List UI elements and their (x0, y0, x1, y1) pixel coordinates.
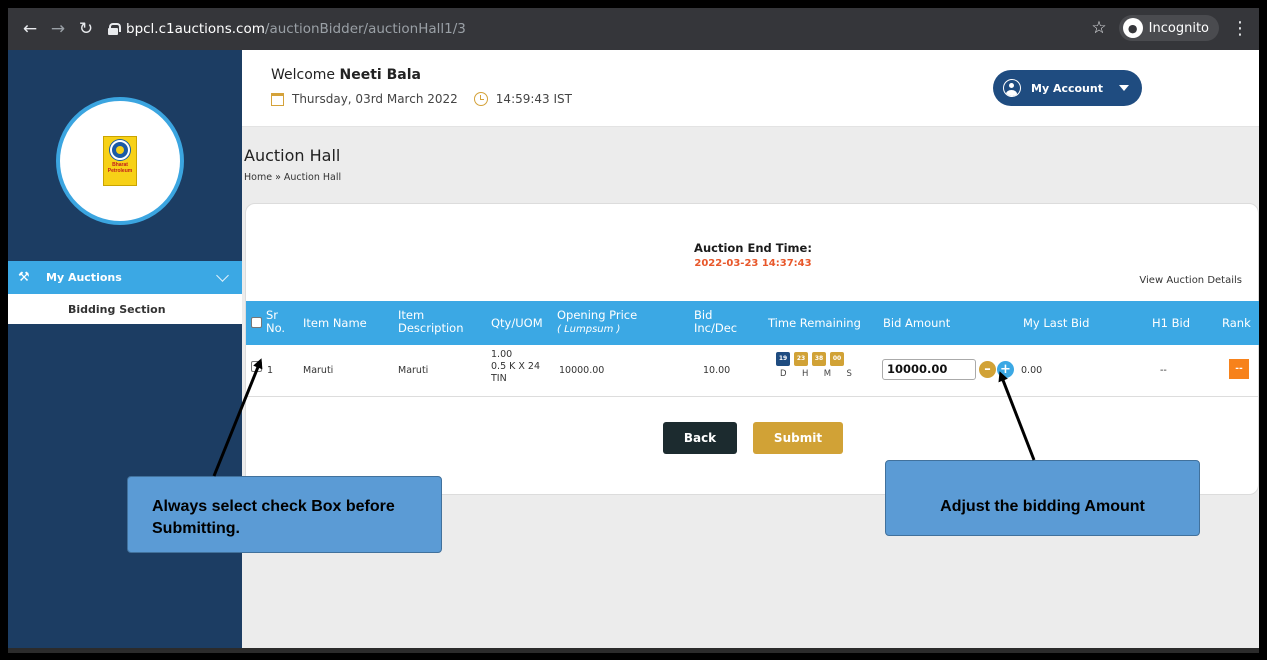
calendar-icon (271, 92, 284, 106)
back-button[interactable]: Back (663, 422, 737, 454)
col-my-last-bid: My Last Bid (1023, 316, 1090, 330)
timer-seconds: 00 (830, 352, 844, 366)
bid-amount-input[interactable]: 10000.00 (882, 359, 976, 380)
col-bid-line1: Bid (694, 308, 713, 322)
col-bid-amount: Bid Amount (883, 316, 951, 330)
cell-h1-bid: -- (1160, 365, 1167, 376)
url-path: /auctionBidder/auctionHall1/3 (264, 21, 466, 37)
col-price-line1: Opening Price (557, 308, 638, 322)
browser-toolbar: ← → ↻ bpcl.c1auctions.com/auctionBidder/… (8, 8, 1259, 50)
breadcrumb[interactable]: Home » Auction Hall (244, 172, 341, 183)
col-h1-bid: H1 Bid (1152, 316, 1191, 330)
col-opening-price: Opening Price ( Lumpsum ) (557, 309, 637, 336)
date-time: Thursday, 03rd March 2022 14:59:43 IST (271, 92, 572, 106)
taskbar-strip (8, 648, 1259, 653)
chevron-down-icon (216, 269, 229, 282)
user-icon (1003, 79, 1021, 97)
row-select-checkbox[interactable] (251, 361, 262, 372)
col-bid-inc-dec: Bid Inc/Dec (694, 309, 737, 335)
table-header: Sr No. Item Name Item Description Qty/UOM … (246, 301, 1259, 345)
alarm-clock-icon (473, 92, 488, 106)
view-auction-details-link[interactable]: View Auction Details (1139, 275, 1242, 286)
col-rank: Rank (1222, 316, 1251, 330)
caret-down-icon (1118, 85, 1129, 91)
current-date: Thursday, 03rd March 2022 (292, 92, 458, 106)
logo-circle: Bharat Petroleum (56, 97, 184, 225)
col-bid-line2: Inc/Dec (694, 321, 738, 335)
address-bar[interactable]: bpcl.c1auctions.com/auctionBidder/auctio… (108, 15, 466, 43)
cell-item-name: Maruti (303, 365, 334, 376)
top-header: Welcome Neeti Bala Thursday, 03rd March … (242, 50, 1259, 127)
sidebar-item-bidding-section[interactable]: Bidding Section (8, 294, 242, 324)
incognito-label: Incognito (1148, 20, 1209, 36)
page-title: Auction Hall (244, 146, 341, 165)
col-sr: Sr No. (266, 309, 285, 335)
cell-opening-price: 10000.00 (559, 365, 605, 376)
col-time-remaining: Time Remaining (768, 316, 861, 330)
sidebar-item-label: Bidding Section (68, 302, 166, 316)
timer-unit-labels: D H M S (780, 369, 852, 379)
sidebar: Bharat Petroleum ⚒ My Auctions Bidding S… (8, 50, 247, 653)
col-desc-line1: Item (398, 308, 425, 322)
col-desc-line2: Description (398, 321, 464, 335)
welcome-text: Welcome Neeti Bala (271, 67, 421, 83)
col-sr-line2: No. (266, 321, 286, 335)
cell-qty-uom: 1.00 0.5 K X 24 TIN (491, 349, 540, 385)
logo-text-2: Petroleum (107, 168, 133, 174)
col-item-description: Item Description (398, 309, 464, 335)
sidebar-item-my-auctions[interactable]: ⚒ My Auctions (8, 261, 247, 294)
forward-arrow-icon[interactable]: → (44, 19, 72, 39)
qty-value: 1.00 (491, 349, 513, 360)
checkbox-callout: Always select check Box before Submittin… (127, 476, 442, 553)
cell-bid-inc-dec: 10.00 (703, 365, 731, 376)
current-time: 14:59:43 IST (495, 92, 572, 106)
lock-icon (108, 23, 121, 35)
gavel-icon: ⚒ (18, 269, 30, 285)
decrease-bid-button[interactable]: – (979, 361, 996, 378)
welcome-prefix: Welcome (271, 67, 336, 83)
table-row: 1 Maruti Maruti 1.00 0.5 K X 24 TIN 1000… (246, 345, 1259, 397)
bid-amount-callout: Adjust the bidding Amount (885, 460, 1200, 536)
qty-pack: 0.5 K X 24 (491, 361, 540, 372)
url-host: bpcl.c1auctions.com (126, 21, 265, 37)
cell-item-description: Maruti (398, 365, 429, 376)
sidebar-section-label: My Auctions (46, 271, 122, 284)
timer-days: 19 (776, 352, 790, 366)
select-all-checkbox[interactable] (251, 317, 262, 328)
reload-icon[interactable]: ↻ (72, 19, 100, 39)
auction-end-time: 2022-03-23 14:37:43 (694, 258, 812, 269)
increase-bid-button[interactable]: + (997, 361, 1014, 378)
submit-button[interactable]: Submit (753, 422, 843, 454)
screen: ← → ↻ bpcl.c1auctions.com/auctionBidder/… (8, 8, 1259, 653)
qty-uom: TIN (491, 373, 507, 384)
auction-end-label: Auction End Time: (694, 241, 812, 255)
timer-hours: 23 (794, 352, 808, 366)
bookmark-star-icon[interactable]: ☆ (1091, 18, 1106, 38)
col-item-name: Item Name (303, 316, 367, 330)
main-content: Welcome Neeti Bala Thursday, 03rd March … (242, 50, 1259, 653)
countdown-timer: 19 23 38 00 D H M S (776, 352, 852, 379)
col-price-line2: ( Lumpsum ) (557, 324, 621, 335)
back-arrow-icon[interactable]: ← (16, 19, 44, 39)
col-sr-line1: Sr (266, 308, 279, 322)
timer-minutes: 38 (812, 352, 826, 366)
account-label: My Account (1031, 81, 1103, 95)
cell-my-last-bid: 0.00 (1021, 365, 1043, 376)
my-account-button[interactable]: My Account (993, 70, 1142, 106)
rank-badge: -- (1229, 359, 1249, 379)
bharat-petroleum-logo: Bharat Petroleum (103, 136, 137, 186)
incognito-icon: ● (1122, 18, 1143, 38)
cell-sr: 1 (267, 365, 274, 376)
incognito-badge[interactable]: ● Incognito (1118, 15, 1219, 41)
browser-menu-icon[interactable]: ⋮ (1231, 18, 1249, 39)
auction-card: Auction End Time: 2022-03-23 14:37:43 Vi… (245, 203, 1259, 495)
user-name: Neeti Bala (339, 67, 421, 83)
logo-emblem-icon (110, 140, 130, 160)
col-qty-uom: Qty/UOM (491, 316, 543, 330)
